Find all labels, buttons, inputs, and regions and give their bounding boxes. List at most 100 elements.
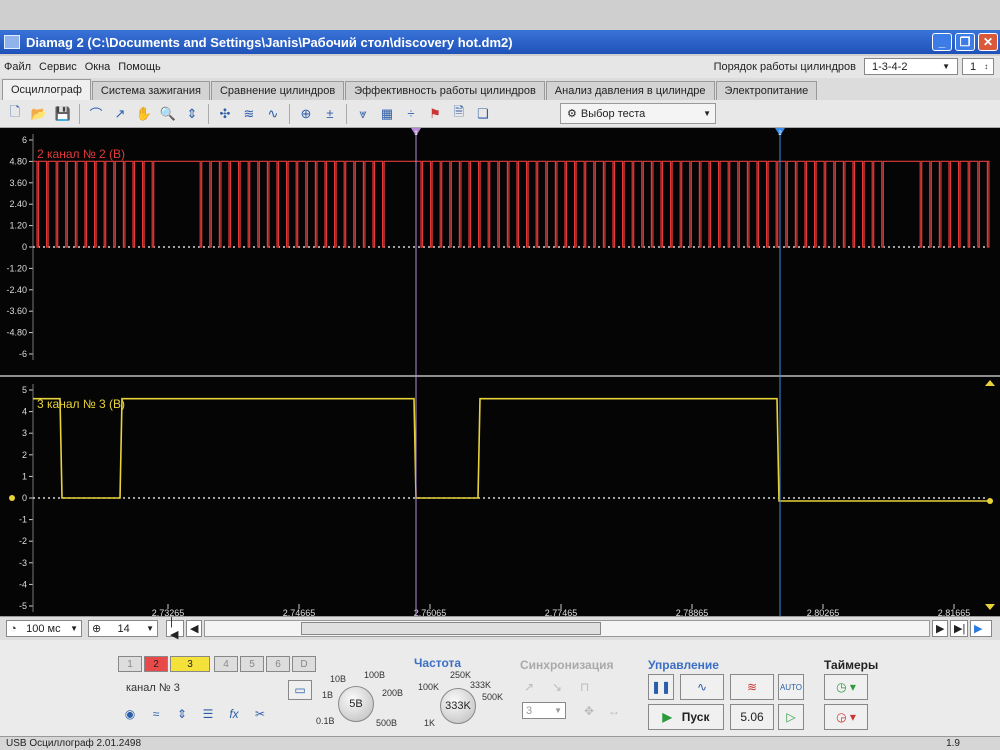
vertical-move-icon[interactable]: ⇕ (170, 704, 194, 724)
wave-stack-icon[interactable]: ≋ (238, 103, 260, 125)
volt-label-200v: 200В (382, 688, 404, 698)
scrollbar-thumb[interactable] (301, 622, 601, 635)
chevron-down-icon: ▼ (554, 706, 562, 715)
menu-service[interactable]: Сервис (35, 61, 81, 73)
tab-cylinder-efficiency[interactable]: Эффективность работы цилиндров (345, 81, 545, 100)
waveform-display[interactable]: 6 4.80 3.60 2.40 1.20 0 -1.20 -2.40 -3.60 -4.80 -6… (0, 128, 1000, 618)
play-icon: ▶ (662, 710, 672, 724)
print-icon[interactable]: ▭ (288, 680, 312, 700)
x-tick-label: 2.76065 (414, 608, 447, 616)
document-icon[interactable]: 🗎 (448, 103, 470, 125)
minimize-button[interactable]: _ (932, 33, 952, 51)
tab-cylinder-compare[interactable]: Сравнение цилиндров (210, 81, 345, 100)
tab-ignition[interactable]: Система зажигания (91, 81, 210, 100)
zoom-icon[interactable]: 🔍 (157, 103, 179, 125)
y-tick-label: 3 (22, 428, 27, 438)
test-select[interactable]: ⚙ Выбор теста ▼ (560, 103, 716, 124)
eye-icon[interactable]: ◉ (118, 704, 142, 724)
y-tick-label: 3.60 (9, 178, 27, 188)
cursor-tool-icon[interactable]: ↗ (109, 103, 131, 125)
start-button[interactable]: ▶ Пуск (648, 704, 724, 730)
wave-icon[interactable]: ≈ (144, 704, 168, 724)
zero-icon[interactable]: ± (319, 103, 341, 125)
y-tick-label: -3.60 (6, 306, 27, 316)
tab-oscilloscope[interactable]: Осциллограф (2, 79, 91, 100)
scroll-left-button[interactable]: ◀ (186, 620, 202, 637)
horizontal-scrollbar[interactable] (204, 620, 930, 637)
voltage-knob[interactable]: 5В (338, 686, 374, 722)
timer-2-button[interactable]: ◶ ▾ (824, 704, 868, 730)
timer-1-button[interactable]: ◷ ▾ (824, 674, 868, 700)
y-tick-label: 1.20 (9, 221, 27, 231)
function-icon[interactable]: fx (222, 704, 246, 724)
channel-button-3[interactable]: 3 (170, 656, 210, 672)
go-end-button[interactable]: ▶| (950, 620, 968, 637)
frequency-knob[interactable]: 333K (440, 688, 476, 724)
close-button[interactable]: ✕ (978, 33, 998, 51)
x-tick-label: 2.74665 (283, 608, 316, 616)
split-icon[interactable]: ÷ (400, 103, 422, 125)
timebase-bar: ◔ 100 мс ▼ ⊕ 14 ▼ |◀ ◀ ▶ ▶| ▶ (0, 616, 1000, 641)
save-icon[interactable]: 💾 (52, 103, 74, 125)
cylinder-number-spinner[interactable]: 1 ↕ (962, 58, 994, 75)
scroll-right-button[interactable]: ▶ (932, 620, 948, 637)
maximize-button[interactable]: ❐ (955, 33, 975, 51)
sync-rising-edge-icon[interactable]: ↗ (524, 680, 534, 694)
flag-icon[interactable]: ⚑ (424, 103, 446, 125)
auto-button[interactable]: AUTO (778, 674, 804, 700)
y-tick-label: -1.20 (6, 263, 27, 273)
y-tick-label: -3 (19, 558, 27, 568)
menu-bar: Файл Сервис Окна Помощь Порядок работы ц… (0, 56, 1000, 78)
new-file-icon[interactable]: 🗋 (4, 103, 26, 125)
fit-vertical-icon[interactable]: ⇕ (181, 103, 203, 125)
spinner-icon: ↕ (984, 62, 989, 71)
y-tick-label: 0 (22, 242, 27, 252)
channel-2-trace (33, 160, 990, 248)
sync-level-icon[interactable]: ✥ (584, 704, 594, 718)
auto-start-icon[interactable]: ▷ (778, 704, 804, 730)
pause-button[interactable]: ❚❚ (648, 674, 674, 700)
volt-label-100v: 100В (364, 670, 386, 680)
filter-icon[interactable]: ✣ (214, 103, 236, 125)
menu-windows[interactable]: Окна (81, 61, 115, 73)
sync-falling-edge-icon[interactable]: ↘ (552, 680, 562, 694)
freq-label-333k: 333K (470, 680, 492, 690)
channel-button-1[interactable]: 1 (118, 656, 142, 672)
bookmark-icon[interactable]: ❏ (472, 103, 494, 125)
y-tick-label: 2.40 (9, 199, 27, 209)
tab-power-supply[interactable]: Электропитание (715, 81, 818, 100)
menu-file[interactable]: Файл (0, 61, 35, 73)
channel-filter-icon[interactable]: ⩔ (352, 103, 374, 125)
open-file-icon[interactable]: 📂 (28, 103, 50, 125)
tools-icon[interactable]: ✂ (248, 704, 272, 724)
sine-mode-button[interactable]: ∿ (680, 674, 724, 700)
timebase-select[interactable]: ◔ 100 мс ▼ (6, 620, 82, 637)
control-title: Управление (648, 658, 719, 672)
y-tick-label: 0 (22, 493, 27, 503)
channel-button-5[interactable]: 5 (240, 656, 264, 672)
status-right: 1.9 (946, 738, 960, 749)
lines-icon[interactable]: ☰ (196, 704, 220, 724)
sync-offset-icon[interactable]: ↔ (608, 704, 620, 718)
channel-button-4[interactable]: 4 (214, 656, 238, 672)
auto-scale-icon[interactable]: ⊕ (295, 103, 317, 125)
wave-overlay-icon[interactable]: ∿ (262, 103, 284, 125)
cylinder-order-select[interactable]: 1-3-4-2 ▼ (864, 58, 958, 75)
sync-pulse-icon[interactable]: ⊓ (580, 680, 589, 694)
zoom-select[interactable]: ⊕ 14 ▼ (88, 620, 158, 637)
go-start-button[interactable]: |◀ (166, 616, 184, 641)
table-icon[interactable]: ▦ (376, 103, 398, 125)
channel-3-trace (33, 397, 988, 502)
channel-button-6[interactable]: 6 (266, 656, 290, 672)
sync-channel-select[interactable]: 3 ▼ (522, 702, 566, 719)
pan-hand-icon[interactable]: ✋ (133, 103, 155, 125)
menu-help[interactable]: Помощь (114, 61, 165, 73)
volt-label-01v: 0.1В (316, 716, 335, 726)
noise-mode-button[interactable]: ≋ (730, 674, 774, 700)
channel-button-2[interactable]: 2 (144, 656, 168, 672)
channel-button-digital[interactable]: D (292, 656, 316, 672)
oscilloscope-area[interactable]: 6 4.80 3.60 2.40 1.20 0 -1.20 -2.40 -3.60 -4.80 -6… (0, 128, 1000, 618)
measure-icon[interactable]: ⌒ (85, 103, 107, 125)
tab-cylinder-pressure[interactable]: Анализ давления в цилиндре (545, 81, 715, 100)
play-icon[interactable]: ▶ (970, 620, 992, 637)
